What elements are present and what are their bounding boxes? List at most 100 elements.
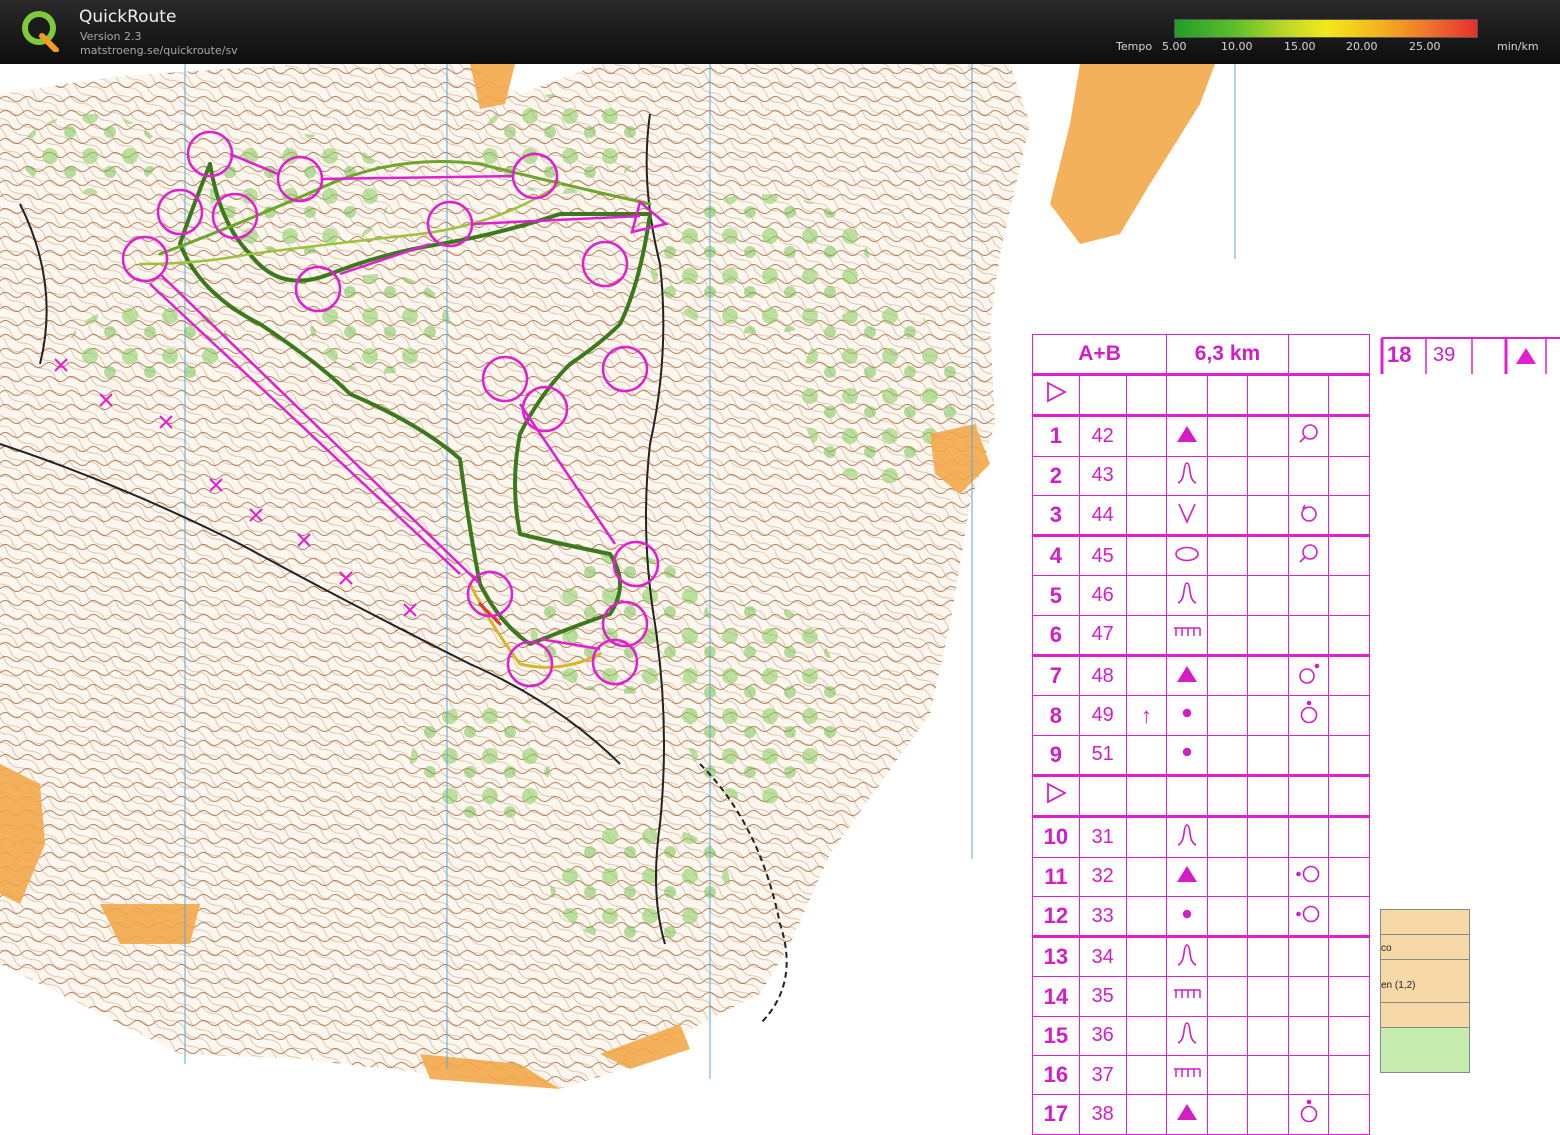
control-row: 6 47 bbox=[1032, 614, 1370, 658]
control-code: 49 bbox=[1078, 695, 1127, 736]
other-info-cell bbox=[1328, 936, 1370, 978]
location-cell bbox=[1287, 373, 1330, 418]
which-feature-cell: ↑ bbox=[1125, 695, 1168, 736]
appearance-cell bbox=[1206, 976, 1249, 1017]
control-row bbox=[1032, 774, 1370, 819]
control-code: 44 bbox=[1078, 494, 1127, 538]
appearance-cell bbox=[1206, 655, 1249, 697]
control-code: 37 bbox=[1078, 1055, 1127, 1096]
other-info-cell bbox=[1328, 535, 1370, 577]
control-code: 35 bbox=[1078, 976, 1127, 1017]
dimensions-cell bbox=[1247, 734, 1289, 777]
legend-unit: min/km bbox=[1497, 40, 1539, 53]
dimensions-cell bbox=[1247, 373, 1289, 418]
knoll-triangle-icon bbox=[1166, 1094, 1208, 1135]
control-number: 10 bbox=[1032, 816, 1080, 858]
legend-tick: 15.00 bbox=[1284, 40, 1316, 53]
dimensions-cell bbox=[1247, 816, 1289, 858]
legend-tick: 10.00 bbox=[1221, 40, 1253, 53]
dimensions-cell bbox=[1247, 535, 1289, 577]
course-class: A+B bbox=[1031, 334, 1168, 376]
app-url[interactable]: matstroeng.se/quickroute/sv bbox=[80, 44, 238, 57]
appearance-cell bbox=[1206, 1094, 1249, 1135]
appearance-cell bbox=[1206, 614, 1249, 658]
appearance-cell bbox=[1206, 895, 1249, 939]
app-title: QuickRoute bbox=[79, 7, 177, 27]
legend-label: Tempo bbox=[1116, 40, 1153, 53]
search-icon bbox=[1287, 415, 1330, 457]
control-row: 11 32 bbox=[1032, 856, 1370, 897]
ditch-comb-icon bbox=[1166, 976, 1208, 1017]
circle-arrow-icon bbox=[1287, 494, 1330, 538]
dimensions-cell bbox=[1247, 774, 1289, 819]
other-info-cell bbox=[1328, 575, 1370, 616]
side-info-panel: co en (1,2) bbox=[1380, 909, 1470, 1107]
control-code bbox=[1078, 373, 1127, 418]
which-feature-cell bbox=[1125, 575, 1168, 616]
which-feature-cell bbox=[1125, 734, 1168, 777]
dimensions-cell bbox=[1247, 695, 1289, 736]
control-number: 8 bbox=[1032, 695, 1080, 736]
dimensions-cell bbox=[1247, 575, 1289, 616]
location-cell bbox=[1287, 936, 1330, 978]
reentrant-icon bbox=[1166, 575, 1208, 616]
dimensions-cell bbox=[1247, 614, 1289, 658]
boulder-dot-icon bbox=[1166, 734, 1208, 777]
control-number: 13 bbox=[1032, 936, 1080, 978]
legend-tick: 20.00 bbox=[1346, 40, 1378, 53]
feature-cell bbox=[1166, 774, 1208, 819]
reentrant-icon bbox=[1166, 936, 1208, 978]
appearance-cell bbox=[1206, 415, 1249, 457]
which-feature-cell bbox=[1125, 494, 1168, 538]
side-row: co bbox=[1380, 935, 1470, 960]
extra-control-code: 39 bbox=[1433, 344, 1456, 366]
control-row: 9 51 bbox=[1032, 734, 1370, 777]
location-cell bbox=[1287, 816, 1330, 858]
other-info-cell bbox=[1328, 494, 1370, 538]
control-row: 3 44 bbox=[1032, 494, 1370, 538]
which-feature-cell bbox=[1125, 455, 1168, 496]
control-code: 47 bbox=[1078, 614, 1127, 658]
knoll-triangle-icon bbox=[1166, 856, 1208, 897]
control-number: 7 bbox=[1032, 655, 1080, 697]
other-info-cell bbox=[1328, 415, 1370, 457]
which-feature-cell bbox=[1125, 655, 1168, 697]
which-feature-cell bbox=[1125, 816, 1168, 858]
tempo-color-scale bbox=[1174, 19, 1478, 38]
other-info-cell bbox=[1328, 1015, 1370, 1057]
which-feature-cell bbox=[1125, 1055, 1168, 1096]
control-code: 32 bbox=[1078, 856, 1127, 897]
boulder-dot-icon bbox=[1166, 695, 1208, 736]
other-info-cell bbox=[1328, 373, 1370, 418]
other-info-cell bbox=[1328, 774, 1370, 819]
control-row: 4 45 bbox=[1032, 535, 1370, 577]
ditch-comb-icon bbox=[1166, 614, 1208, 658]
control-description-sheet: A+B 6,3 km 1 42 2 43 3 44 4 45 5 46 6 47 7 48 8 49 ↑ 9 51 1… bbox=[1031, 334, 1371, 1135]
control-number: 14 bbox=[1032, 976, 1080, 1017]
circle-n-icon bbox=[1287, 695, 1330, 736]
side-row: en (1,2) bbox=[1380, 960, 1470, 1003]
other-info-cell bbox=[1328, 455, 1370, 496]
legend-tick: 5.00 bbox=[1162, 40, 1187, 53]
other-info-cell bbox=[1328, 816, 1370, 858]
location-cell bbox=[1287, 1015, 1330, 1057]
control-number: 5 bbox=[1032, 575, 1080, 616]
knoll-triangle-icon bbox=[1166, 415, 1208, 457]
map-canvas[interactable]: 18 39 A+B 6,3 km 1 42 2 43 3 44 4 45 5 46 6 47 7 48 8 4… bbox=[0, 64, 1560, 1135]
control-row: 5 46 bbox=[1032, 575, 1370, 616]
quickroute-logo-icon bbox=[22, 11, 59, 52]
feature-cell bbox=[1166, 373, 1208, 418]
appearance-cell bbox=[1206, 535, 1249, 577]
circle-w-icon bbox=[1287, 895, 1330, 939]
dimensions-cell bbox=[1247, 895, 1289, 939]
control-code: 48 bbox=[1078, 655, 1127, 697]
start-triangle-icon bbox=[1032, 774, 1080, 819]
other-info-cell bbox=[1328, 655, 1370, 697]
dimensions-cell bbox=[1247, 856, 1289, 897]
control-18-extra: 18 39 bbox=[1378, 334, 1560, 374]
control-code: 45 bbox=[1078, 535, 1127, 577]
control-number: 4 bbox=[1032, 535, 1080, 577]
extra-control-number: 18 bbox=[1387, 342, 1412, 367]
control-number: 12 bbox=[1032, 895, 1080, 939]
dimensions-cell bbox=[1247, 415, 1289, 457]
